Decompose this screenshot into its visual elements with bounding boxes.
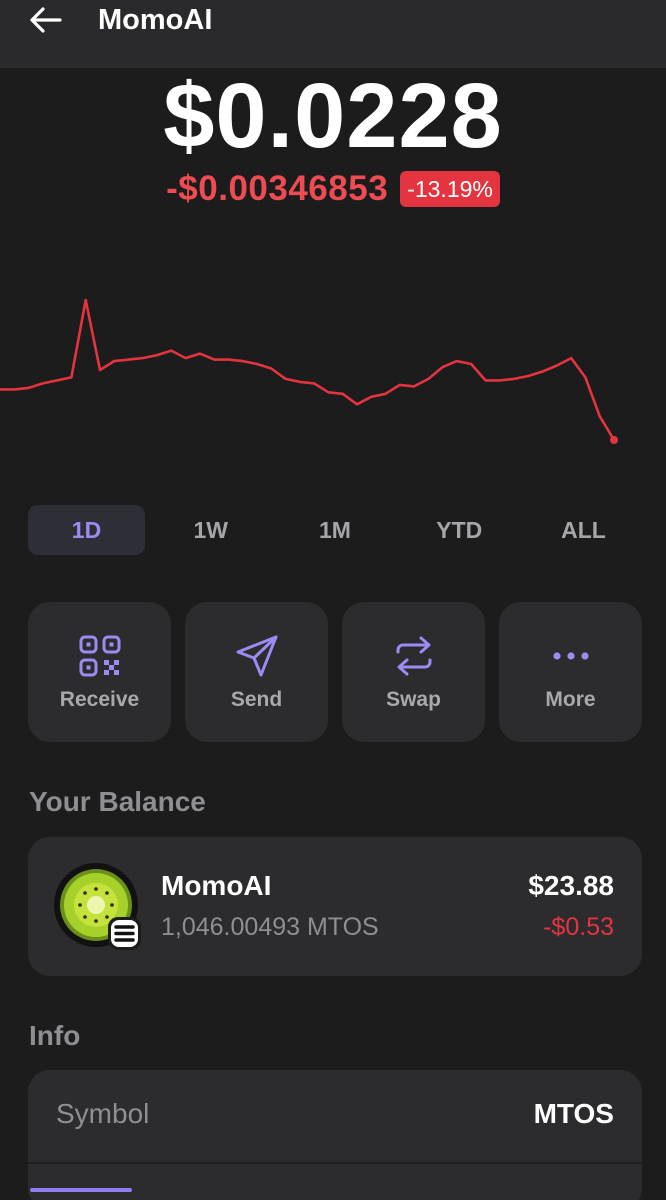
range-tab-ytd[interactable]: YTD (401, 505, 518, 555)
price-change-row: -$0.00346853 -13.19% (0, 168, 666, 210)
receive-label: Receive (59, 688, 140, 711)
token-avatar (54, 863, 142, 951)
chart-series-line (0, 298, 616, 442)
info-row-symbol: Symbol MTOS (28, 1070, 642, 1164)
qr-code-icon (76, 632, 124, 680)
info-section-title: Info (29, 1020, 81, 1051)
action-buttons: Receive Send Swap More (28, 602, 642, 742)
info-label: Symbol (56, 1098, 150, 1129)
range-tab-all[interactable]: ALL (525, 505, 642, 555)
header-bar: MomoAI (0, 0, 666, 68)
price-change-value: -$0.00346853 (166, 169, 389, 208)
chart-current-point (610, 436, 618, 444)
current-price: $0.0228 (163, 65, 503, 167)
info-card: Symbol MTOS (28, 1070, 642, 1200)
arrow-left-icon (30, 7, 62, 33)
info-value: MTOS (533, 1098, 614, 1129)
scroll-indicator (30, 1188, 132, 1192)
range-tab-1d[interactable]: 1D (28, 505, 145, 555)
receive-button[interactable]: Receive (28, 602, 171, 742)
token-usd-change: -$0.53 (543, 913, 614, 941)
send-paper-plane-icon (233, 632, 281, 680)
range-tab-1m[interactable]: 1M (277, 505, 394, 555)
token-usd-value: $23.88 (528, 870, 614, 901)
more-label: More (545, 688, 596, 711)
more-dots-icon (547, 632, 595, 680)
back-button[interactable] (26, 4, 66, 36)
swap-arrows-icon (390, 632, 438, 680)
time-range-selector: 1D 1W 1M YTD ALL (28, 505, 642, 555)
price-chart[interactable] (0, 280, 666, 460)
send-button[interactable]: Send (185, 602, 328, 742)
swap-label: Swap (386, 688, 441, 711)
more-button[interactable]: More (499, 602, 642, 742)
swap-button[interactable]: Swap (342, 602, 485, 742)
range-tab-1w[interactable]: 1W (152, 505, 269, 555)
page-title: MomoAI (98, 4, 213, 36)
token-amount: 1,046.00493 MTOS (161, 913, 379, 941)
token-name: MomoAI (161, 870, 272, 901)
send-label: Send (230, 688, 283, 711)
token-detail-screen: MomoAI $0.0228 -$0.00346853 -13.19% 1D 1… (0, 0, 666, 1200)
balance-section-title: Your Balance (29, 786, 206, 817)
price-change-percent-badge: -13.19% (400, 171, 500, 207)
balance-card[interactable]: MomoAI 1,046.00493 MTOS $23.88 -$0.53 (28, 837, 642, 976)
